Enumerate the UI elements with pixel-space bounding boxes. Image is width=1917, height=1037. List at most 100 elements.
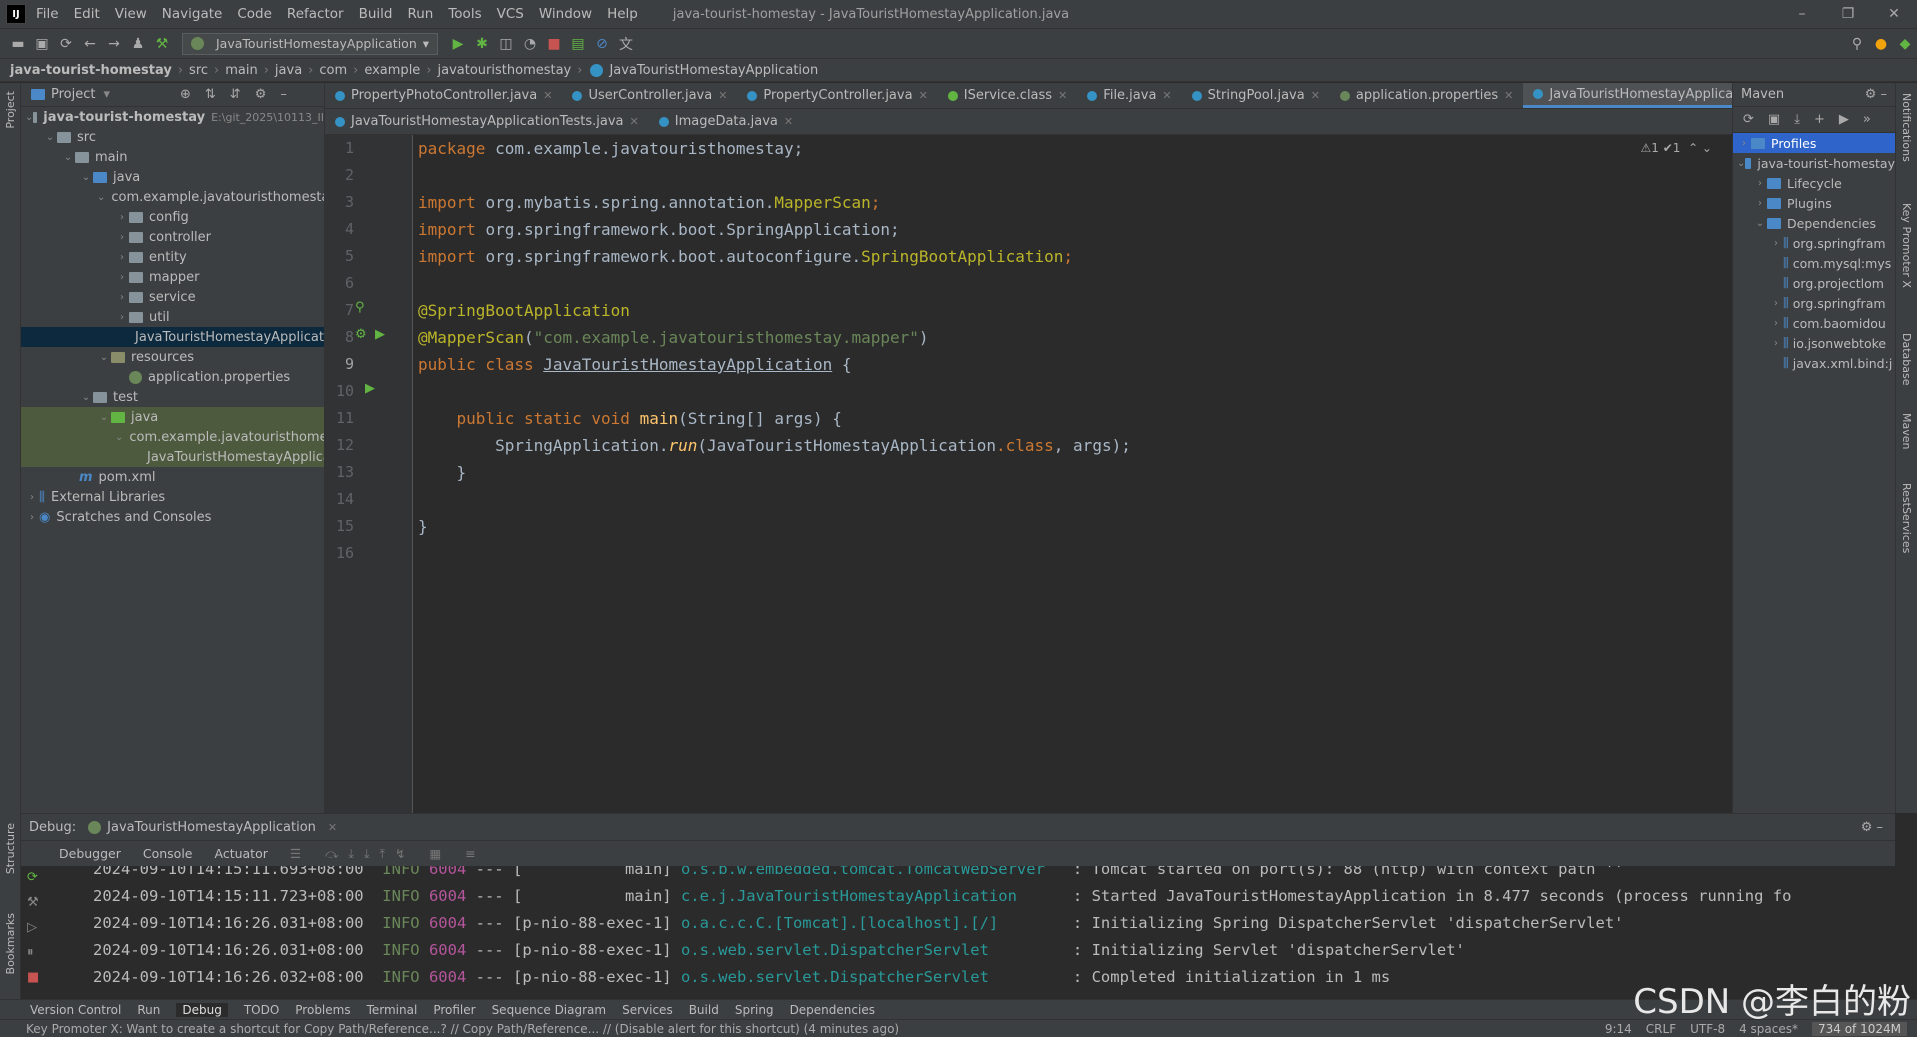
breadcrumb-item[interactable]: java [275,63,302,78]
maven-dependency[interactable]: ⫼ javax.xml.bind:j [1733,353,1895,373]
maven-item-project[interactable]: ⌄ java-tourist-homestay [1733,153,1895,173]
close-icon[interactable]: ✕ [1162,89,1171,102]
debug-console[interactable]: 2024-09-10T14:15:11.693+08:00 INFO 6004 … [59,866,1895,999]
close-icon[interactable]: ✕ [1311,89,1320,102]
tab-file[interactable]: File.java ✕ [1077,83,1181,108]
minimize-icon[interactable]: – [1779,6,1825,22]
code-editor[interactable]: package com.example.javatouristhomestay;… [418,135,1728,813]
maven-item-dependencies[interactable]: ⌄ Dependencies [1733,213,1895,233]
tree-node-package[interactable]: ⌄ com.example.javatouristhomesta [21,187,324,207]
tab-actuator[interactable]: Actuator [215,846,268,861]
tab-application-properties[interactable]: application.properties ✕ [1330,83,1523,108]
tab-debugger[interactable]: Debugger [59,846,121,861]
back-icon[interactable]: ← [78,36,102,52]
tree-node-config[interactable]: › config [21,207,324,227]
tab-run[interactable]: Run [137,1003,160,1017]
tree-node-pom[interactable]: m pom.xml [21,467,324,487]
rerun-icon[interactable]: ⟳ [27,870,39,885]
notifications-tool-tab[interactable]: Notifications [1900,93,1913,162]
gear-icon[interactable]: ⚙ – [1865,87,1895,102]
tab-problems[interactable]: Problems [295,1003,350,1017]
debug-icon[interactable]: ✱ [470,36,494,52]
menu-refactor[interactable]: Refactor [287,6,344,22]
breadcrumb-item[interactable]: JavaTouristHomestayApplication [609,63,818,78]
tab-user-controller[interactable]: UserController.java ✕ [562,83,737,108]
tree-node-test[interactable]: ⌄ test [21,387,324,407]
close-icon[interactable]: ✕ [543,89,552,102]
download-icon[interactable]: ⤓ [1794,112,1800,127]
close-icon[interactable]: ✕ [1058,89,1067,102]
caret-position[interactable]: 9:14 [1605,1022,1632,1036]
tab-image-data[interactable]: ImageData.java ✕ [649,109,803,134]
tab-application-tests[interactable]: JavaTouristHomestayApplicationTests.java… [325,109,649,134]
tab-todo[interactable]: TODO [244,1003,279,1017]
tab-sequence-diagram[interactable]: Sequence Diagram [492,1003,607,1017]
tab-build[interactable]: Build [689,1003,719,1017]
tree-node-mapper[interactable]: › mapper [21,267,324,287]
spring-boot-run-icon[interactable]: ⚙ [355,327,367,342]
tree-node-test-java[interactable]: ⌄ java [21,407,324,427]
status-message[interactable]: Key Promoter X: Want to create a shortcu… [26,1022,899,1036]
pause-icon[interactable]: ⏸ [27,945,39,960]
tree-node-root[interactable]: ⌄ java-tourist-homestay E:\git_2025\10113_… [21,107,324,127]
tree-node-resources[interactable]: ⌄ resources [21,347,324,367]
debug-session-tab[interactable]: JavaTouristHomestayApplication [107,820,316,835]
tree-node-application-class[interactable]: JavaTouristHomestayApplicat [21,327,324,347]
maven-tool-tab[interactable]: Maven [1900,413,1913,449]
rest-services-tool-tab[interactable]: RestServices [1900,483,1913,553]
menu-file[interactable]: File [36,6,59,22]
tab-iservice[interactable]: IService.class ✕ [938,83,1078,108]
close-icon[interactable]: ✕ [784,115,793,128]
sync-icon[interactable]: ⟳ [54,36,78,52]
tree-node-main[interactable]: ⌄ main [21,147,324,167]
menu-tools[interactable]: Tools [448,6,481,22]
stop-icon[interactable]: ■ [27,970,39,985]
run-gutter-icon[interactable]: ▶ [375,327,385,342]
key-promoter-tool-tab[interactable]: Key Promoter X [1900,203,1913,288]
project-panel-title[interactable]: Project [51,87,95,102]
vcs-user-icon[interactable]: ♟ [126,36,150,52]
tree-node-util[interactable]: › util [21,307,324,327]
tab-version-control[interactable]: Version Control [30,1003,121,1017]
tree-node-src[interactable]: ⌄ src [21,127,324,147]
panel-actions-icon[interactable]: ⊕⇅⇵⚙– [180,87,301,102]
tree-node-test-package[interactable]: ⌄com.example.javatouristhomesta [21,427,324,447]
save-all-icon[interactable]: ▣ [30,36,54,52]
tree-node-test-class[interactable]: JavaTouristHomestayApplicat [21,447,324,467]
breadcrumb-item[interactable]: com [319,63,347,78]
menu-help[interactable]: Help [607,6,638,22]
tab-dependencies[interactable]: Dependencies [790,1003,875,1017]
breadcrumb-item[interactable]: src [189,63,208,78]
structure-tool-tab[interactable]: Structure [4,823,17,874]
debug-step-icons[interactable]: ☰ ⤼⤓⤓⤒↯ ▦ ≡ [290,846,486,862]
update-icon[interactable]: ● [1869,36,1893,52]
run-icon[interactable]: ▶ [446,36,470,52]
structure-icon[interactable]: ▤ [566,36,590,52]
maven-dependency[interactable]: ⫼ org.projectlom [1733,273,1895,293]
memory-indicator[interactable]: 734 of 1024M [1812,1021,1907,1036]
tab-spring[interactable]: Spring [735,1003,774,1017]
search-icon[interactable]: ⚲ [1845,36,1869,52]
maven-item-profiles[interactable]: › Profiles [1733,133,1895,153]
plugin-logo-icon[interactable]: ◆ [1893,36,1917,52]
tab-services[interactable]: Services [622,1003,673,1017]
build-hammer-icon[interactable]: ⚒ [150,36,174,52]
breadcrumb-item[interactable]: java-tourist-homestay [10,63,172,78]
add-project-icon[interactable]: ▣ [1768,112,1780,127]
open-folder-icon[interactable]: ▬ [6,36,30,52]
tree-node-entity[interactable]: › entity [21,247,324,267]
reload-icon[interactable]: ⟳ [1743,112,1754,127]
run-configuration-select[interactable]: JavaTouristHomestayApplication ▾ [182,32,439,55]
maven-dependency[interactable]: ⫼ com.mysql:mys [1733,253,1895,273]
maven-dependency[interactable]: › ⫼ org.springfram [1733,293,1895,313]
more-icon[interactable]: » [1863,112,1871,127]
tab-string-pool[interactable]: StringPool.java ✕ [1182,83,1330,108]
close-icon[interactable]: ✕ [1504,89,1513,102]
tree-node-application-properties[interactable]: application.properties [21,367,324,387]
maven-item-lifecycle[interactable]: › Lifecycle [1733,173,1895,193]
project-tool-tab[interactable]: Project [4,91,17,129]
restore-icon[interactable]: ❐ [1825,6,1871,22]
menu-run[interactable]: Run [407,6,433,22]
close-icon[interactable]: ✕ [1871,6,1917,22]
tab-property-controller[interactable]: PropertyController.java ✕ [737,83,937,108]
